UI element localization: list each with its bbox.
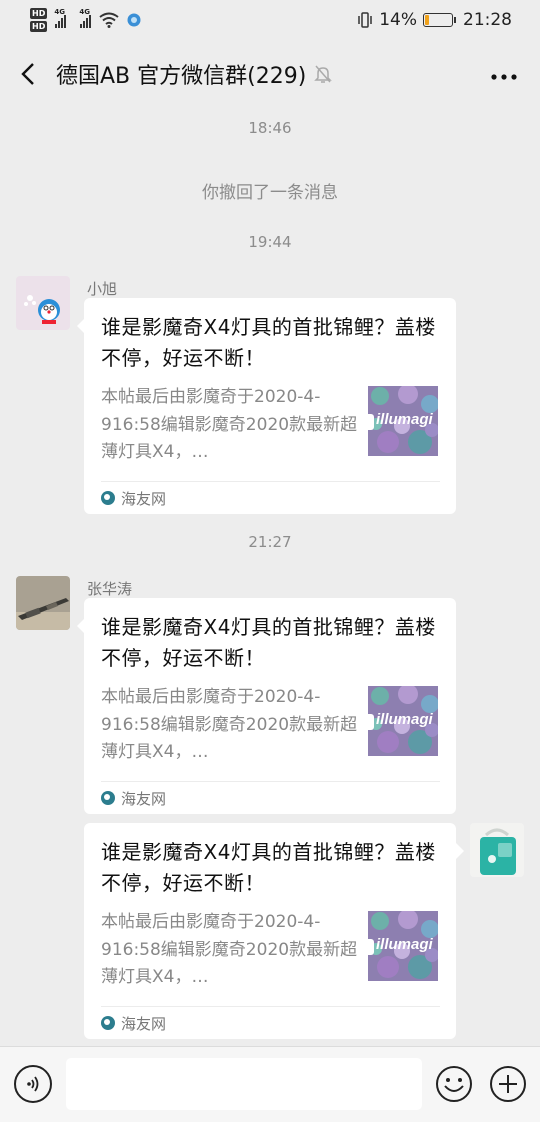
- thumb-logo-text: illumagi: [376, 936, 433, 953]
- thumb-logo-mark: [368, 939, 374, 955]
- notification-app-icon: [127, 13, 141, 27]
- network-type-label-2: 4G: [79, 8, 90, 16]
- battery-fill: [425, 15, 429, 25]
- hd-badge-2: HD: [30, 21, 48, 32]
- my-avatar[interactable]: [470, 823, 524, 877]
- card-source: 海友网: [101, 781, 440, 814]
- card-thumbnail: illumagi: [368, 686, 438, 756]
- signal-icon: 4G: [54, 8, 67, 28]
- more-dots-icon: [491, 74, 517, 80]
- card-source: 海友网: [101, 1006, 440, 1039]
- chat-title: 德国AB 官方微信群(229): [56, 58, 333, 90]
- vibrate-icon: [358, 12, 372, 28]
- emoji-button[interactable]: [435, 1065, 473, 1103]
- site-logo-icon: [101, 791, 115, 805]
- back-button[interactable]: [0, 46, 56, 102]
- card-thumbnail: illumagi: [368, 911, 438, 981]
- source-name: 海友网: [121, 789, 167, 808]
- battery-icon: [423, 13, 456, 27]
- chevron-left-icon: [21, 63, 34, 85]
- more-actions-button[interactable]: [489, 1065, 527, 1103]
- status-bar: HD HD 4G 4G 14% 21:28: [0, 0, 540, 40]
- network-type-label: 4G: [54, 8, 65, 16]
- card-thumbnail: illumagi: [368, 386, 438, 456]
- message-input[interactable]: [66, 1058, 422, 1110]
- voice-input-button[interactable]: [14, 1065, 52, 1103]
- mute-bell-icon: [314, 65, 333, 83]
- recall-notice: 你撤回了一条消息: [202, 183, 338, 203]
- timestamp: 21:27: [248, 533, 292, 551]
- card-source: 海友网: [101, 481, 440, 514]
- card-title: 谁是影魔奇X4灯具的首批锦鲤？盖楼不停，好运不断！: [101, 315, 436, 370]
- clock: 21:28: [463, 10, 512, 30]
- hd-badge: HD: [30, 8, 48, 19]
- wifi-icon: [99, 12, 119, 28]
- card-body: 本帖最后由影魔奇于2020-4-916:58编辑影魔奇2020款最新超薄灯具X4…: [101, 384, 440, 464]
- hd-indicator: HD HD: [30, 8, 48, 32]
- card-description: 本帖最后由影魔奇于2020-4-916:58编辑影魔奇2020款最新超薄灯具X4…: [101, 387, 358, 462]
- status-right: 14% 21:28: [357, 10, 512, 30]
- card-body: 本帖最后由影魔奇于2020-4-916:58编辑影魔奇2020款最新超薄灯具X4…: [101, 684, 440, 764]
- site-logo-icon: [101, 1016, 115, 1030]
- chat-title-text: 德国AB 官方微信群(229): [56, 64, 307, 89]
- battery-percent: 14%: [379, 10, 417, 30]
- link-card[interactable]: 谁是影魔奇X4灯具的首批锦鲤？盖楼不停，好运不断！ 本帖最后由影魔奇于2020-…: [84, 823, 456, 1039]
- input-bar: [0, 1046, 540, 1122]
- smiley-icon: [436, 1066, 472, 1102]
- thumb-logo-text: illumagi: [376, 411, 433, 428]
- sender-name: 张华涛: [87, 580, 133, 598]
- avatar[interactable]: [16, 276, 70, 330]
- chat-header: 德国AB 官方微信群(229): [0, 46, 540, 102]
- thumb-logo-mark: [368, 414, 374, 430]
- bag-avatar-icon: [470, 823, 524, 877]
- signal-icon-2: 4G: [79, 8, 92, 28]
- link-card[interactable]: 谁是影魔奇X4灯具的首批锦鲤？盖楼不停，好运不断！ 本帖最后由影魔奇于2020-…: [84, 598, 456, 814]
- card-description: 本帖最后由影魔奇于2020-4-916:58编辑影魔奇2020款最新超薄灯具X4…: [101, 912, 358, 987]
- more-options-button[interactable]: [490, 62, 518, 82]
- cartoon-avatar-icon: [16, 276, 70, 330]
- status-left: HD HD 4G 4G: [30, 8, 141, 32]
- site-logo-icon: [101, 491, 115, 505]
- timestamp: 19:44: [248, 233, 292, 251]
- thumb-logo-mark: [368, 714, 374, 730]
- source-name: 海友网: [121, 489, 167, 508]
- bubble-tail: [456, 843, 464, 859]
- link-card[interactable]: 谁是影魔奇X4灯具的首批锦鲤？盖楼不停，好运不断！ 本帖最后由影魔奇于2020-…: [84, 298, 456, 514]
- plus-circle-icon: [490, 1066, 526, 1102]
- card-body: 本帖最后由影魔奇于2020-4-916:58编辑影魔奇2020款最新超薄灯具X4…: [101, 909, 440, 989]
- card-description: 本帖最后由影魔奇于2020-4-916:58编辑影魔奇2020款最新超薄灯具X4…: [101, 687, 358, 762]
- thumb-logo-text: illumagi: [376, 711, 433, 728]
- card-title: 谁是影魔奇X4灯具的首批锦鲤？盖楼不停，好运不断！: [101, 840, 436, 895]
- avatar[interactable]: [16, 576, 70, 630]
- sender-name: 小旭: [87, 280, 118, 298]
- card-title: 谁是影魔奇X4灯具的首批锦鲤？盖楼不停，好运不断！: [101, 615, 436, 670]
- source-name: 海友网: [121, 1014, 167, 1033]
- rifle-avatar-icon: [16, 576, 70, 630]
- voice-wave-icon: [27, 1076, 39, 1092]
- timestamp: 18:46: [248, 119, 292, 137]
